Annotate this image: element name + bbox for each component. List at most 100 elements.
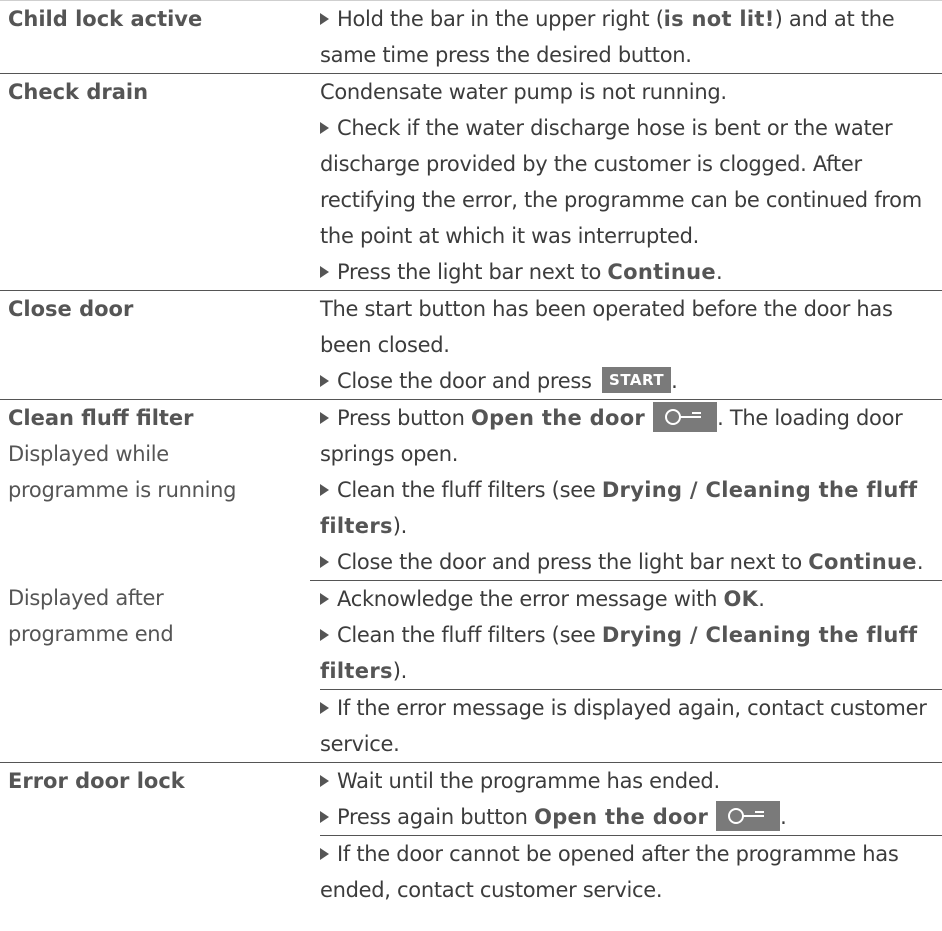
list-item: Press the light bar next to Continue. (320, 254, 942, 290)
text: . (758, 587, 765, 611)
emphasis-text: Continue (808, 550, 917, 574)
top-rule (0, 0, 942, 1)
text: . (671, 369, 678, 393)
row-subtitle: programme is running (8, 478, 237, 502)
list-item-continuation: ended, contact customer service. (320, 878, 663, 902)
bullet-triangle-icon (320, 122, 329, 134)
bullet-triangle-icon (320, 484, 329, 496)
text: Hold the bar in the upper right ( (337, 7, 664, 31)
emphasis-text: Drying / Cleaning the fluff (601, 478, 918, 502)
text: . (780, 805, 787, 829)
row-content-cell: Condensate water pump is not running. Ch… (310, 74, 942, 290)
table-row-child-lock: Child lock active Hold the bar in the up… (0, 0, 942, 73)
intro-text: Condensate water pump is not running. (320, 80, 727, 104)
text: ) and at the (774, 7, 895, 31)
row-title: Error door lock (8, 769, 185, 793)
text: ). (392, 514, 408, 538)
emphasis-text: Continue (607, 260, 716, 284)
bullet-triangle-icon (320, 702, 329, 714)
row-content-cell: The start button has been operated befor… (310, 291, 942, 399)
table-row-check-drain: Check drain Condensate water pump is not… (0, 73, 942, 290)
text: Wait until the programme has ended. (337, 769, 720, 793)
list-item: Hold the bar in the upper right (is not … (320, 1, 942, 37)
emphasis-text: Drying / Cleaning the fluff (601, 623, 918, 647)
list-item: Wait until the programme has ended. (320, 763, 942, 799)
row-content-cell: Press button Open the door . The loading … (310, 400, 942, 580)
bullet-triangle-icon (320, 811, 329, 823)
table-row-close-door: Close door The start button has been ope… (0, 290, 942, 399)
intro-text: been closed. (320, 333, 450, 357)
emphasis-text: filters (320, 659, 393, 683)
row-label-cell: Error door lock (0, 763, 310, 908)
list-item-continuation: filters). (320, 508, 942, 544)
table-row-after-programme-end: Displayed after programme end Acknowledg… (0, 580, 942, 762)
text: Clean the fluff filters (see (337, 623, 602, 647)
bullet-triangle-icon (320, 412, 329, 424)
list-item: Acknowledge the error message with OK. (320, 581, 942, 617)
emphasis-text: Open the door (471, 406, 646, 430)
row-label-cell: Child lock active (0, 1, 310, 73)
list-item-continuation: discharge provided by the customer is cl… (320, 152, 862, 176)
list-item-continuation: filters). (320, 653, 942, 689)
list-item-continuation: the point at which it was interrupted. (320, 224, 699, 248)
row-label-cell: Check drain (0, 74, 310, 290)
text: If the error message is displayed again,… (337, 696, 927, 720)
text: . The loading door (717, 406, 903, 430)
text: Close the door and press (337, 369, 599, 393)
row-label-cell: Clean fluff filter Displayed while progr… (0, 400, 310, 580)
list-item-continuation: service. (320, 732, 400, 756)
row-title: Child lock active (8, 7, 203, 31)
text: If the door cannot be opened after the p… (337, 842, 899, 866)
row-label-cell: Displayed after programme end (0, 580, 310, 762)
emphasis-text: is not lit! (663, 7, 775, 31)
key-icon (653, 402, 718, 432)
start-button-symbol: START (602, 367, 672, 393)
list-item-continuation: same time press the desired button. (320, 43, 692, 67)
row-content-cell: Acknowledge the error message with OK. C… (310, 580, 942, 762)
row-subtitle: Displayed while (8, 442, 169, 466)
list-item: Close the door and press START. (320, 363, 942, 399)
bullet-triangle-icon (320, 629, 329, 641)
list-item: Close the door and press the light bar n… (320, 544, 942, 580)
table-row-clean-fluff-filter: Clean fluff filter Displayed while progr… (0, 399, 942, 580)
text: Acknowledge the error message with (337, 587, 724, 611)
row-content-cell: Hold the bar in the upper right (is not … (310, 1, 942, 73)
list-item-continuation: springs open. (320, 442, 459, 466)
list-item-continuation: rectifying the error, the programme can … (320, 188, 922, 212)
bullet-triangle-icon (320, 775, 329, 787)
bullet-triangle-icon (320, 593, 329, 605)
text: Clean the fluff filters (see (337, 478, 602, 502)
text: Press the light bar next to (337, 260, 608, 284)
bullet-triangle-icon (320, 13, 329, 25)
row-title: Clean fluff filter (8, 406, 194, 430)
list-item: Press again button Open the door. (320, 799, 942, 835)
bullet-triangle-icon (320, 266, 329, 278)
text: . (715, 260, 723, 284)
text: Check if the water discharge hose is ben… (337, 116, 893, 140)
list-item: Press button Open the door . The loading … (320, 400, 942, 436)
text: Close the door and press the light bar n… (337, 550, 809, 574)
emphasis-text: Open the door (534, 805, 709, 829)
table-row-error-door-lock: Error door lock Wait until the programme… (0, 762, 942, 908)
list-item: If the error message is displayed again,… (320, 690, 942, 726)
row-subtitle: programme end (8, 622, 174, 646)
row-label-cell: Close door (0, 291, 310, 399)
troubleshooting-table: Child lock active Hold the bar in the up… (0, 0, 942, 908)
intro-text: The start button has been operated befor… (320, 297, 893, 321)
list-item: If the door cannot be opened after the p… (320, 836, 942, 872)
list-item: Check if the water discharge hose is ben… (320, 110, 942, 146)
text: Press again button (337, 805, 535, 829)
emphasis-text: filters (320, 514, 393, 538)
row-title: Check drain (8, 80, 149, 104)
bullet-triangle-icon (320, 375, 329, 387)
row-content-cell: Wait until the programme has ended. Pres… (310, 763, 942, 908)
text: ). (392, 659, 408, 683)
text: Press button (337, 406, 471, 430)
list-item: Clean the fluff filters (see Drying / Cl… (320, 472, 942, 508)
row-title: Close door (8, 297, 134, 321)
bullet-triangle-icon (320, 556, 329, 568)
text: . (916, 550, 924, 574)
key-icon (716, 801, 781, 831)
bullet-triangle-icon (320, 848, 329, 860)
row-subtitle: Displayed after (8, 586, 164, 610)
